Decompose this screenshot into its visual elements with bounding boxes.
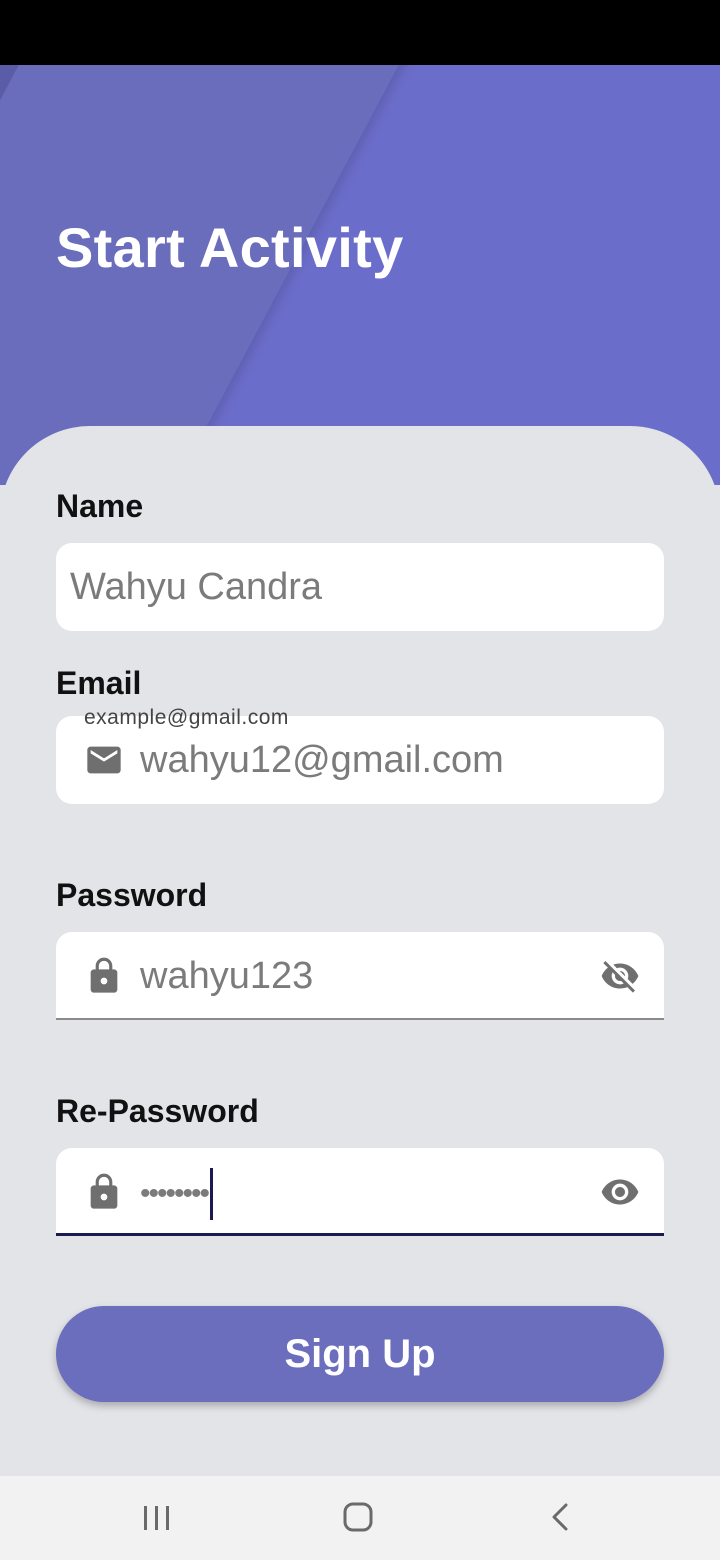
email-icon [87,746,121,774]
lock-icon [90,957,118,993]
repassword-value: •••••••• [140,1176,210,1210]
back-icon[interactable] [530,1494,590,1542]
system-navigation-bar [0,1476,720,1560]
lock-icon [90,1173,118,1209]
repassword-value-wrap: •••••••• [140,1148,214,1236]
password-value: wahyu123 [140,955,314,997]
text-cursor [210,1167,214,1220]
name-value: Wahyu Candra [70,566,323,608]
password-field[interactable]: wahyu123 [56,932,664,1020]
home-icon[interactable] [328,1494,388,1542]
status-bar [0,0,720,65]
password-label: Password [56,877,208,913]
recents-icon[interactable] [126,1494,186,1542]
eye-off-icon[interactable] [600,956,640,996]
sign-up-button[interactable]: Sign Up [56,1306,664,1402]
eye-icon[interactable] [600,1172,640,1212]
name-label: Name [56,488,144,524]
email-floating-hint: example@gmail.com [84,706,289,729]
name-field[interactable]: Wahyu Candra [56,543,664,631]
page-title: Start Activity [56,216,404,279]
repassword-label: Re-Password [56,1093,259,1129]
email-label: Email [56,665,142,701]
header-banner: Start Activity [0,65,720,485]
repassword-field[interactable]: •••••••• [56,1148,664,1236]
